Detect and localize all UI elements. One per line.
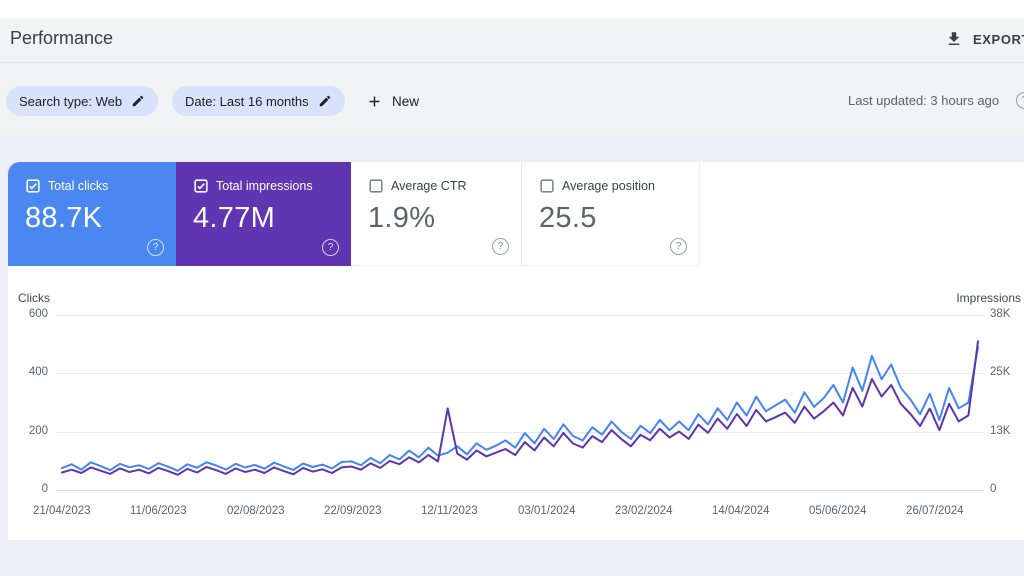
checkbox-checked-icon[interactable] bbox=[194, 179, 208, 193]
help-icon[interactable] bbox=[670, 238, 687, 255]
total-impressions-card[interactable]: Total impressions 4.77M bbox=[176, 162, 351, 266]
x-axis-date-label: 02/08/2023 bbox=[227, 505, 285, 517]
help-icon[interactable] bbox=[322, 239, 339, 256]
help-icon[interactable] bbox=[492, 238, 509, 255]
right-axis-title: Impressions bbox=[956, 291, 1021, 305]
export-label: EXPORT bbox=[973, 32, 1024, 47]
x-axis-date-label: 03/01/2024 bbox=[518, 505, 576, 517]
average-position-card[interactable]: Average position 25.5 bbox=[521, 162, 700, 266]
search-type-chip[interactable]: Search type: Web bbox=[6, 86, 158, 116]
left-axis-tick: 400 bbox=[8, 366, 48, 378]
right-axis-tick: 0 bbox=[990, 483, 996, 495]
date-range-chip-label: Date: Last 16 months bbox=[185, 94, 309, 109]
left-axis-tick: 200 bbox=[8, 425, 48, 437]
average-ctr-card[interactable]: Average CTR 1.9% bbox=[351, 162, 521, 266]
search-type-chip-label: Search type: Web bbox=[19, 94, 122, 109]
x-axis-date-label: 26/07/2024 bbox=[906, 505, 964, 517]
x-axis-date-label: 05/06/2024 bbox=[809, 505, 867, 517]
x-axis-date-label: 21/04/2023 bbox=[33, 505, 91, 517]
left-axis-tick: 600 bbox=[8, 308, 48, 320]
clicks-line bbox=[62, 347, 978, 471]
x-axis-date-label: 14/04/2024 bbox=[712, 505, 770, 517]
export-button[interactable]: EXPORT bbox=[945, 30, 1024, 48]
average-position-label: Average position bbox=[562, 179, 655, 193]
total-clicks-card[interactable]: Total clicks 88.7K bbox=[8, 162, 176, 266]
total-impressions-label: Total impressions bbox=[216, 179, 313, 193]
x-axis-date-label: 22/09/2023 bbox=[324, 505, 382, 517]
page-title: Performance bbox=[10, 28, 113, 49]
average-position-value: 25.5 bbox=[539, 202, 597, 235]
last-updated-text: Last updated: 3 hours ago bbox=[848, 93, 999, 108]
top-strip bbox=[0, 0, 1024, 18]
left-axis-tick: 0 bbox=[8, 483, 48, 495]
new-filter-button[interactable]: New bbox=[366, 86, 419, 116]
impressions-line bbox=[62, 341, 978, 475]
header-bar bbox=[0, 18, 1024, 63]
x-axis-date-label: 11/06/2023 bbox=[130, 505, 187, 517]
right-axis-tick: 13K bbox=[990, 425, 1010, 437]
x-axis-date-label: 12/11/2023 bbox=[421, 505, 478, 517]
left-axis-title: Clicks bbox=[18, 291, 50, 305]
download-icon bbox=[945, 30, 963, 48]
help-icon[interactable] bbox=[147, 239, 164, 256]
new-filter-label: New bbox=[392, 94, 419, 109]
right-axis-tick: 25K bbox=[990, 366, 1010, 378]
x-axis-date-label: 23/02/2024 bbox=[615, 505, 673, 517]
edit-pencil-icon bbox=[318, 94, 332, 108]
average-ctr-label: Average CTR bbox=[391, 179, 467, 193]
checkbox-checked-icon[interactable] bbox=[26, 179, 40, 193]
total-clicks-value: 88.7K bbox=[25, 202, 102, 235]
checkbox-unchecked-icon[interactable] bbox=[369, 179, 383, 193]
chart-lines-svg[interactable] bbox=[56, 314, 984, 491]
plus-icon bbox=[366, 93, 383, 110]
edit-pencil-icon bbox=[131, 94, 145, 108]
date-range-chip[interactable]: Date: Last 16 months bbox=[172, 86, 345, 116]
total-impressions-value: 4.77M bbox=[193, 202, 275, 235]
checkbox-unchecked-icon[interactable] bbox=[540, 179, 554, 193]
average-ctr-value: 1.9% bbox=[368, 202, 435, 235]
right-axis-tick: 38K bbox=[990, 308, 1010, 320]
total-clicks-label: Total clicks bbox=[48, 179, 108, 193]
